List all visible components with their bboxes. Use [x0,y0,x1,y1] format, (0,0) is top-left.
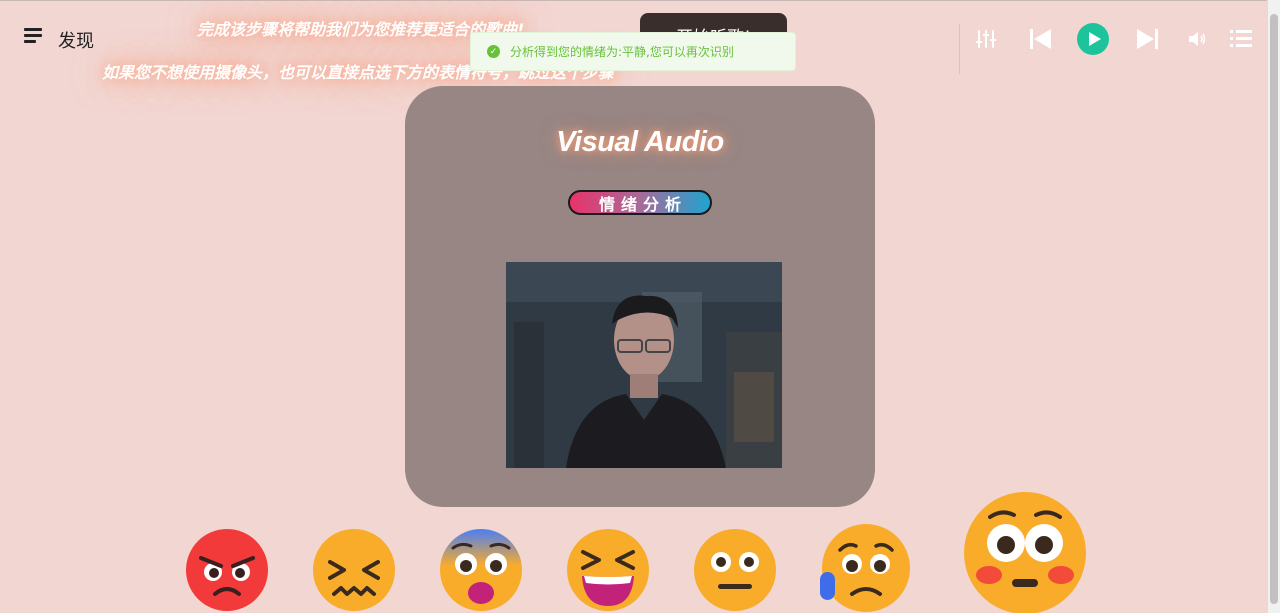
playlist-icon[interactable] [1230,30,1252,48]
equalizer-icon[interactable] [976,29,996,49]
play-icon[interactable] [1077,23,1109,55]
laughing-emoji-icon[interactable] [566,528,650,613]
scrollbar-thumb[interactable] [1270,14,1278,604]
app-logo-title: Visual Audio [556,126,724,158]
emotion-card: Visual Audio 情绪分析 [405,86,875,507]
camera-preview [506,262,782,468]
toast-message: 分析得到您的情绪为:平静,您可以再次识别 [510,45,734,59]
sad-tear-emoji-icon[interactable] [818,522,912,613]
webcam-person-image [506,262,782,468]
confounded-emoji-icon[interactable] [312,528,396,613]
menu-icon[interactable] [24,28,43,44]
emotion-analysis-button[interactable]: 情绪分析 [568,190,712,215]
nav-discover[interactable]: 发现 [58,27,94,53]
vertical-scrollbar[interactable] [1267,0,1280,613]
top-border [0,0,1268,1]
header-divider [959,24,960,74]
success-toast: ✓ 分析得到您的情绪为:平静,您可以再次识别 [470,32,796,71]
fearful-emoji-icon[interactable] [439,528,523,613]
volume-icon[interactable] [1189,31,1207,47]
angry-emoji-icon[interactable] [185,528,269,613]
neutral-emoji-icon[interactable] [693,528,777,613]
check-circle-icon: ✓ [487,45,500,58]
next-icon[interactable] [1137,29,1158,49]
flushed-emoji-icon[interactable] [962,491,1088,613]
previous-icon[interactable] [1030,29,1051,49]
